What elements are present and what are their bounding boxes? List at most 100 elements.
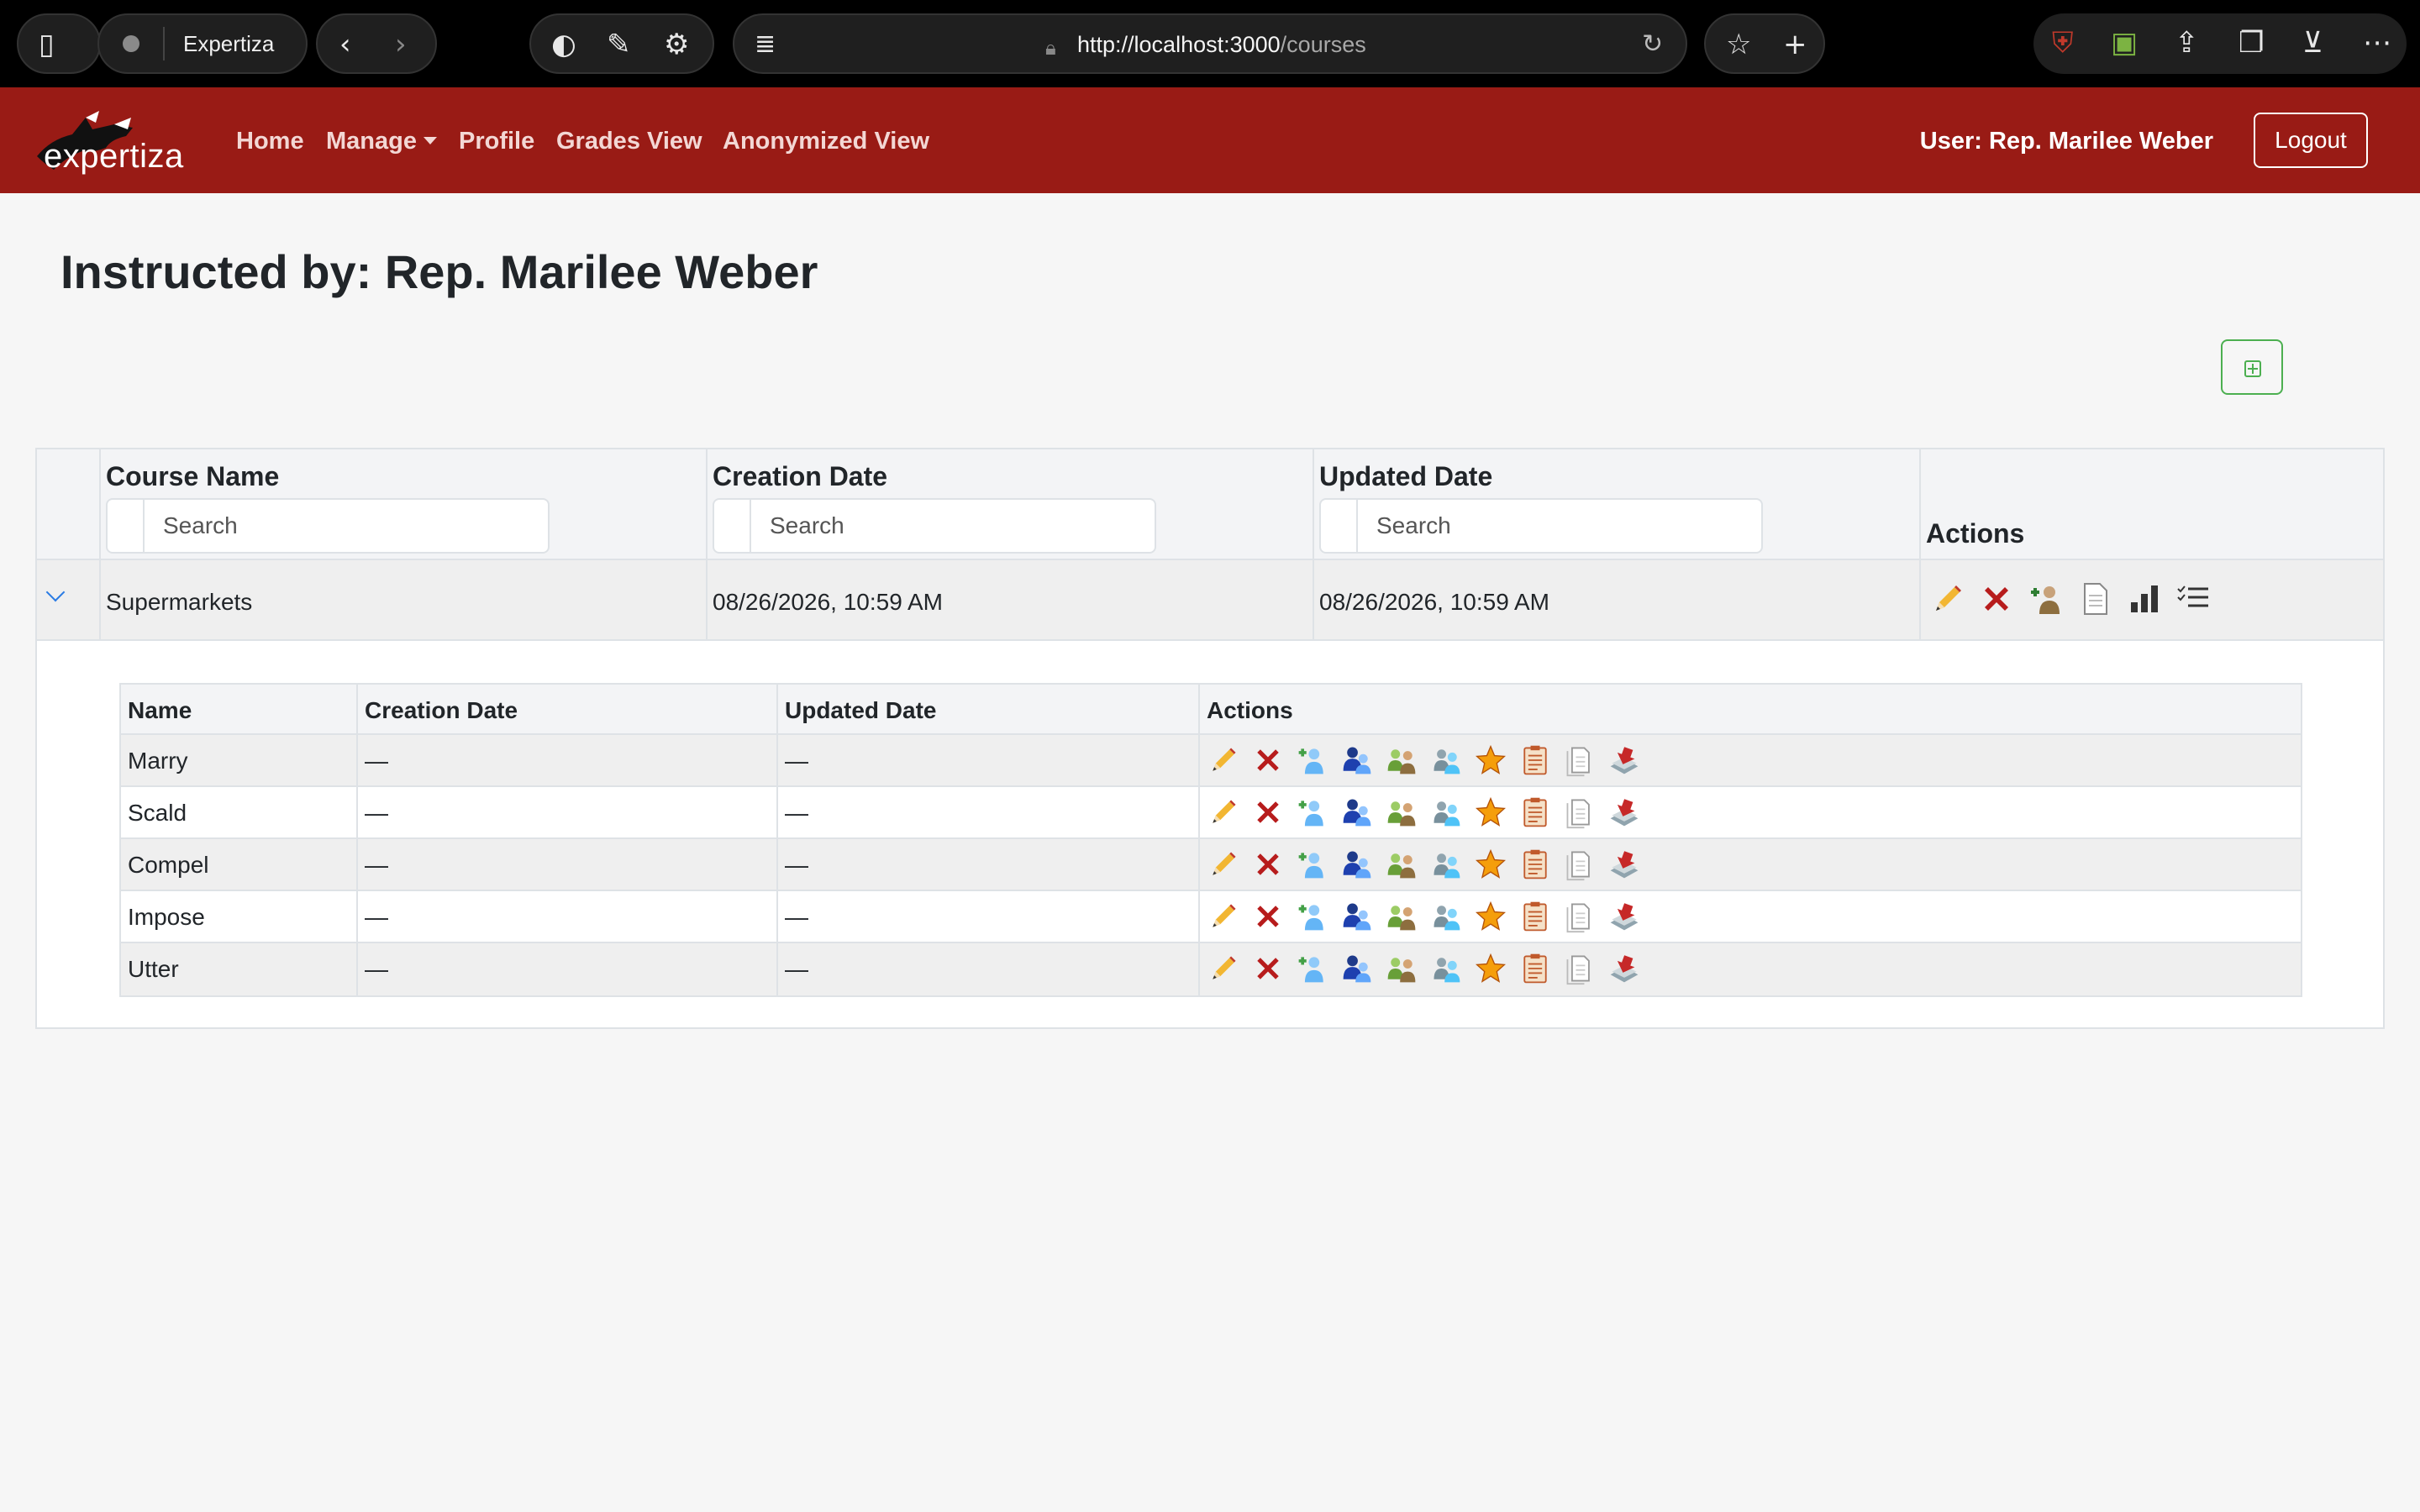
logout-button[interactable]: Logout: [2254, 113, 2368, 168]
view-reviews-icon[interactable]: [1429, 952, 1463, 985]
report-icon[interactable]: [1518, 848, 1552, 881]
view-reviews-icon[interactable]: [1429, 795, 1463, 829]
publish-icon[interactable]: [1607, 848, 1641, 881]
table-row: Utter — —: [121, 943, 2301, 995]
expand-chevron-icon[interactable]: [45, 582, 66, 602]
create-teams-icon[interactable]: [1385, 952, 1418, 985]
edit-icon[interactable]: [1207, 848, 1240, 881]
ublock-icon[interactable]: ⛨: [2052, 29, 2074, 57]
reload-icon[interactable]: ↻: [1642, 30, 1663, 59]
add-ta-icon[interactable]: [2028, 580, 2065, 617]
edit-icon[interactable]: [1207, 952, 1240, 985]
expertiza-logo[interactable]: expertiza: [34, 106, 185, 178]
report-icon[interactable]: [1518, 795, 1552, 829]
course-actions: [1929, 580, 2220, 617]
assign-reviewer-icon[interactable]: [1340, 900, 1374, 933]
share-icon[interactable]: ⇪: [2175, 29, 2199, 57]
lock-icon: 🔒︎: [1045, 36, 1056, 60]
report-icon[interactable]: [1518, 952, 1552, 985]
view-reviews-icon[interactable]: [1429, 848, 1463, 881]
delete-icon[interactable]: [1251, 795, 1285, 829]
forward-button[interactable]: ›: [395, 30, 407, 59]
scores-icon[interactable]: [1474, 848, 1507, 881]
edit-icon[interactable]: [1207, 795, 1240, 829]
chart-icon[interactable]: [2126, 580, 2163, 617]
publish-icon[interactable]: [1607, 952, 1641, 985]
column-header-updated-date[interactable]: Updated Date: [1319, 461, 1492, 491]
assign-reviewer-icon[interactable]: [1340, 952, 1374, 985]
add-participant-icon[interactable]: [1296, 900, 1329, 933]
nav-grades-view[interactable]: Grades View: [556, 128, 702, 155]
create-teams-icon[interactable]: [1385, 900, 1418, 933]
download-icon[interactable]: ⊻: [2302, 29, 2323, 57]
add-participant-icon[interactable]: [1296, 743, 1329, 777]
tool-icon[interactable]: ✎: [607, 30, 631, 59]
column-header-course-name[interactable]: Course Name: [106, 461, 279, 491]
browser-tab[interactable]: Expertiza: [97, 13, 308, 74]
gear-icon[interactable]: ⚙: [664, 30, 689, 59]
nav-profile[interactable]: Profile: [459, 128, 534, 155]
page-menu-icon[interactable]: ≣: [755, 30, 776, 59]
assign-reviewer-icon[interactable]: [1340, 743, 1374, 777]
star-icon[interactable]: ☆: [1726, 30, 1751, 59]
create-teams-icon[interactable]: [1385, 848, 1418, 881]
create-teams-icon[interactable]: [1385, 743, 1418, 777]
new-tab-icon[interactable]: +: [1783, 30, 1807, 59]
scores-icon[interactable]: [1474, 743, 1507, 777]
add-participant-icon[interactable]: [1296, 848, 1329, 881]
scores-icon[interactable]: [1474, 952, 1507, 985]
publish-icon[interactable]: [1607, 795, 1641, 829]
view-reviews-icon[interactable]: [1429, 900, 1463, 933]
course-name-search-input[interactable]: [146, 500, 541, 552]
report-icon[interactable]: [1518, 743, 1552, 777]
more-icon[interactable]: ⋯: [2363, 29, 2391, 57]
add-participant-icon[interactable]: [1296, 795, 1329, 829]
creation-date-search-input[interactable]: [753, 500, 1148, 552]
edit-icon[interactable]: [1207, 743, 1240, 777]
updated-date-search-input[interactable]: [1360, 500, 1754, 552]
address-bar[interactable]: ≣ 🔒︎ http://localhost:3000/courses ↻: [733, 13, 1687, 74]
column-header-actions: Actions: [1926, 518, 2025, 549]
shield-icon[interactable]: ◐: [551, 30, 576, 59]
sidebar-toggle-button[interactable]: ▯: [17, 13, 101, 74]
nav-manage[interactable]: Manage: [326, 128, 437, 155]
nav-home[interactable]: Home: [236, 128, 304, 155]
column-header-creation-date[interactable]: Creation Date: [713, 461, 887, 491]
assign-reviewer-icon[interactable]: [1340, 848, 1374, 881]
edit-icon[interactable]: [1929, 580, 1966, 617]
extension-icon[interactable]: ▣: [2111, 29, 2138, 57]
copy-icon[interactable]: [1563, 743, 1597, 777]
view-reviews-icon[interactable]: [1429, 743, 1463, 777]
edit-icon[interactable]: [1207, 900, 1240, 933]
scores-icon[interactable]: [1474, 795, 1507, 829]
table-row: Marry — —: [121, 735, 2301, 787]
scores-icon[interactable]: [1474, 900, 1507, 933]
nav-anonymized-view[interactable]: Anonymized View: [723, 128, 929, 155]
delete-icon[interactable]: [1978, 580, 2015, 617]
copy-icon[interactable]: [1563, 795, 1597, 829]
list-icon[interactable]: [2175, 580, 2212, 617]
publish-icon[interactable]: [1607, 743, 1641, 777]
tabs-icon[interactable]: ❐: [2238, 29, 2264, 57]
publish-icon[interactable]: [1607, 900, 1641, 933]
copy-icon[interactable]: [1563, 900, 1597, 933]
delete-icon[interactable]: [1251, 900, 1285, 933]
report-icon[interactable]: [1518, 900, 1552, 933]
add-participant-icon[interactable]: [1296, 952, 1329, 985]
delete-icon[interactable]: [1251, 848, 1285, 881]
assign-reviewer-icon[interactable]: [1340, 795, 1374, 829]
courses-table: Course Name Creation Date Updated Date A…: [35, 448, 2385, 1029]
back-button[interactable]: ‹: [339, 30, 351, 59]
create-teams-icon[interactable]: [1385, 795, 1418, 829]
add-course-button[interactable]: [2221, 339, 2283, 395]
copy-icon[interactable]: [1563, 848, 1597, 881]
copy-icon[interactable]: [2076, 580, 2113, 617]
url-text: http://localhost:3000/courses: [1077, 32, 1366, 57]
copy-icon[interactable]: [1563, 952, 1597, 985]
assignment-creation-date: —: [365, 904, 388, 930]
assignment-name: Marry: [128, 748, 188, 774]
delete-icon[interactable]: [1251, 952, 1285, 985]
column-header-updated-date: Updated Date: [785, 697, 937, 723]
delete-icon[interactable]: [1251, 743, 1285, 777]
plus-square-icon: [2244, 360, 2261, 377]
